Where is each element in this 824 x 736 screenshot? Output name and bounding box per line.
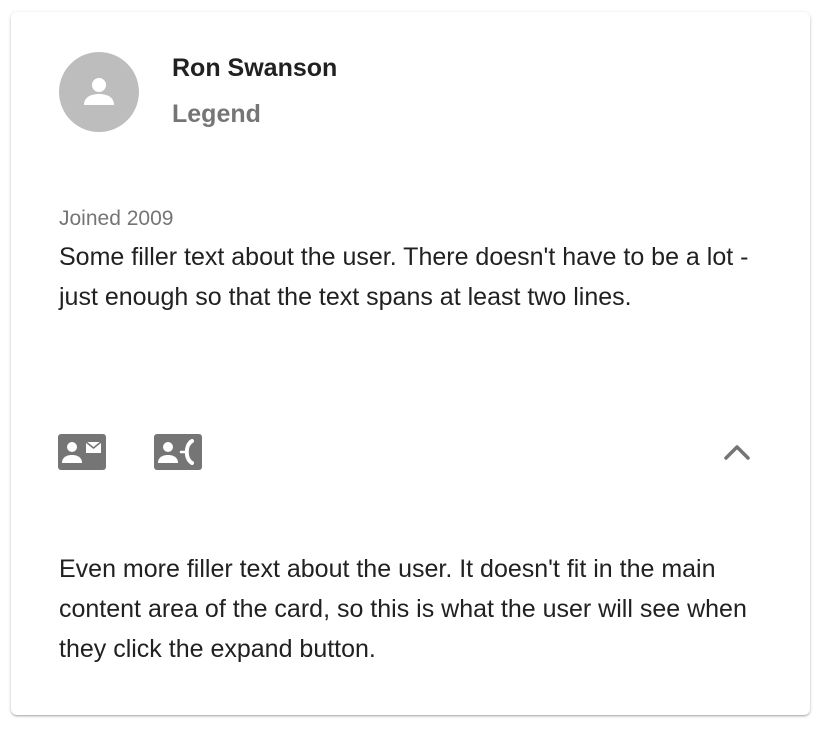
person-icon [84,78,114,105]
email-button[interactable] [57,433,107,471]
phone-button[interactable] [153,433,203,471]
user-description: Some filler text about the user. There d… [59,243,749,311]
joined-date: Joined 2009 [59,207,174,230]
expanded-content: Even more filler text about the user. It… [59,555,747,663]
collapse-button[interactable] [719,436,755,468]
user-name: Ron Swanson [172,54,338,82]
contact-phone-icon [154,434,202,470]
user-subtitle: Legend [172,100,261,128]
avatar [59,52,139,132]
chevron-up-icon [724,445,750,460]
user-card: Ron Swanson Legend Joined 2009 Some fill… [11,12,810,715]
contact-mail-icon [58,434,106,470]
